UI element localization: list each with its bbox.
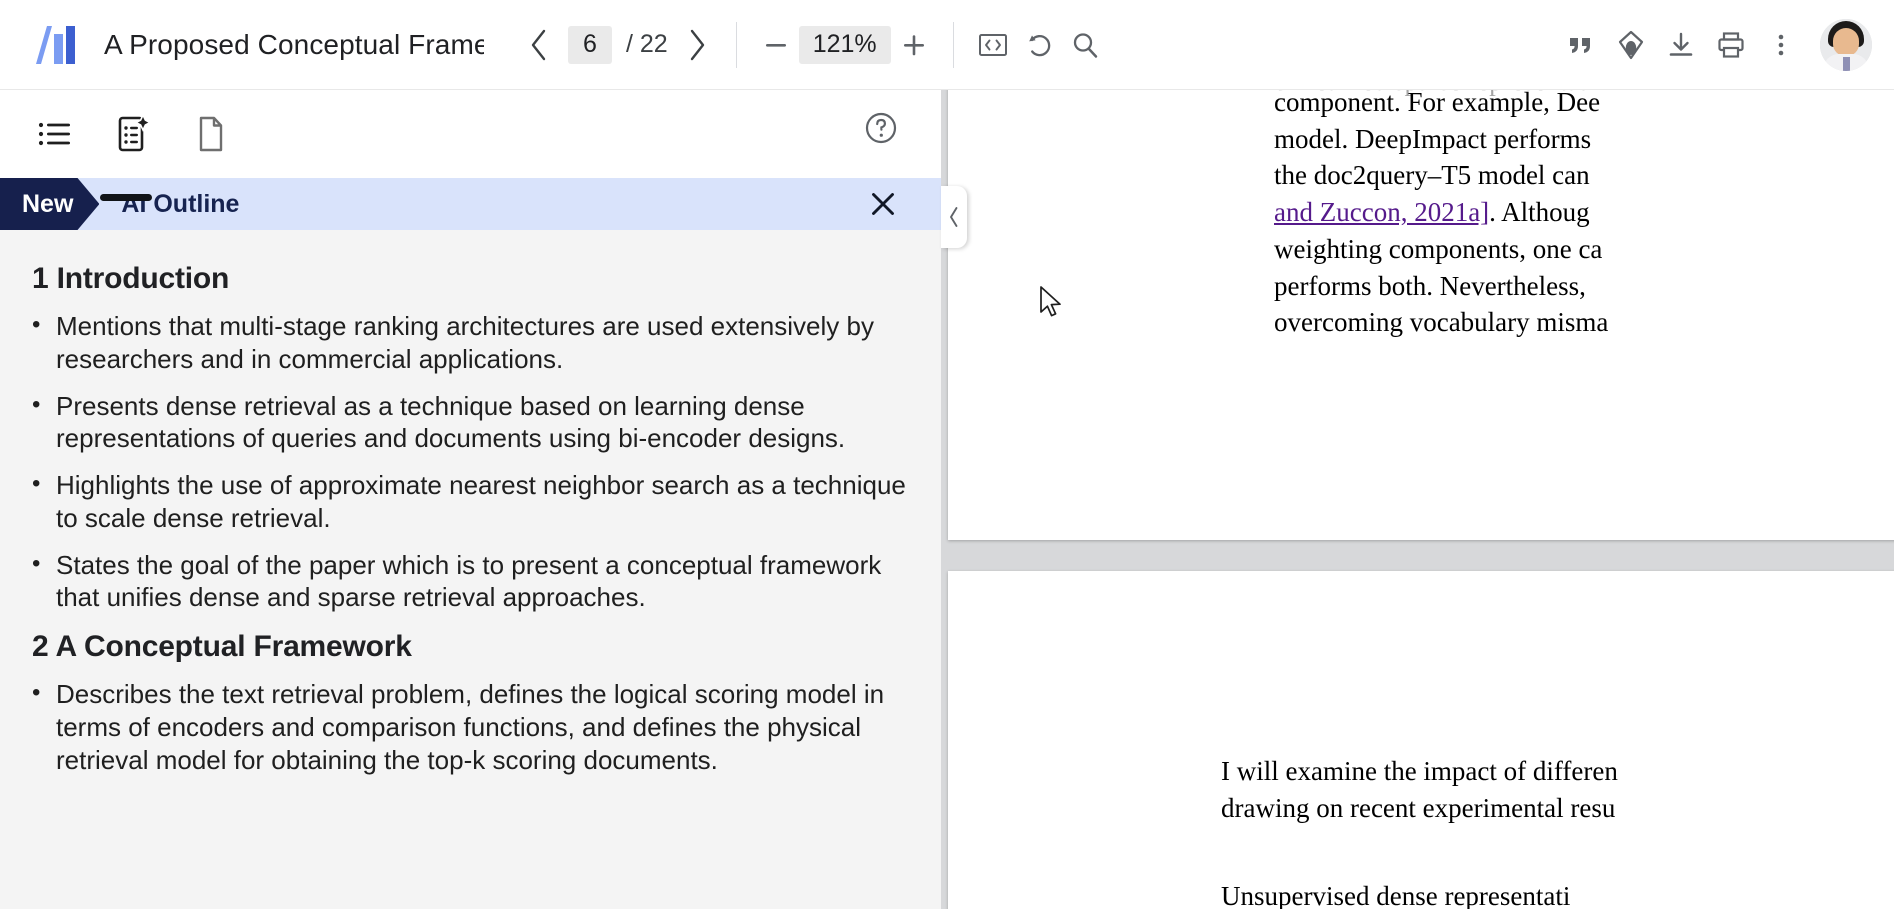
toolbar-divider-2 [952,21,954,68]
fit-to-width-icon[interactable] [970,22,1016,68]
pdf-viewer-app: A Proposed Conceptual Framew… 6 / 22 [0,0,1894,909]
zoom-in-button[interactable] [891,22,937,68]
document-title: A Proposed Conceptual Framew… [104,28,484,60]
outline-item-text: Highlights the use of approximate neares… [56,470,906,533]
bullet-icon: • [32,549,41,577]
zoom-out-button[interactable] [753,22,799,68]
sidebar-item-page-thumbnails[interactable] [182,105,240,163]
pdf-line: I will examine the impact of differen [1221,756,1618,786]
comment-quote-icon[interactable] [1558,22,1604,68]
outline-list-item[interactable]: • States the goal of the paper which is … [32,549,907,615]
outline-section-heading: 2 A Conceptual Framework [32,630,412,663]
collapse-sidebar-handle[interactable] [941,186,967,248]
ai-outline-banner: New AI Outline [0,178,941,230]
drive-pdf-logo-icon [28,18,82,72]
outline-list-item[interactable]: • Describes the text retrieval problem, … [32,678,907,776]
zoom-level-display[interactable]: 121% [798,25,891,64]
citation-link[interactable]: and Zuccon, 2021a] [1274,197,1489,227]
pdf-line: performs both. Nevertheless, [1274,270,1586,301]
active-tab-indicator [100,194,152,201]
pdf-line-with-citation: and Zuccon, 2021a]. Althoug [1274,194,1608,231]
search-icon[interactable] [1062,22,1108,68]
page-navigation: 6 / 22 [516,22,720,68]
pdf-page-next: I will examine the impact of differen dr… [948,571,1894,909]
avatar-tie [1843,56,1850,71]
more-options-kebab-icon[interactable] [1758,22,1804,68]
outline-item-text: States the goal of the paper which is to… [56,549,882,613]
pdf-line: weighting components, one ca [1274,233,1603,264]
left-sidebar: New AI Outline 1 Introduction • Mentions… [0,90,941,909]
pdf-paragraph-bottom: I will examine the impact of differen dr… [1221,753,1618,909]
outline-list-item[interactable]: • Presents dense retrieval as a techniqu… [32,390,907,456]
toolbar-right-actions [1558,18,1880,71]
top-toolbar: A Proposed Conceptual Framew… 6 / 22 [0,0,1894,90]
page-total-label: / 22 [626,30,668,58]
outline-item-text: Describes the text retrieval problem, de… [56,679,885,775]
pdf-paragraph-top: component. For example, Dee model. DeepI… [1274,90,1608,341]
current-page-input[interactable]: 6 [568,25,612,64]
close-icon[interactable] [863,184,903,224]
view-tools [970,22,1108,68]
outline-list-item[interactable]: • Highlights the use of approximate near… [32,469,907,535]
sidebar-tab-strip [0,90,941,178]
outline-section-heading: 1 Introduction [32,262,230,295]
pdf-line: overcoming vocabulary misma [1274,307,1609,338]
ai-outline-content[interactable]: 1 Introduction • Mentions that multi-sta… [0,230,941,909]
pdf-line: model. DeepImpact performs [1274,123,1592,154]
citation-tail: . Althoug [1489,197,1590,228]
next-page-button[interactable] [674,22,720,68]
gemini-sparkle-icon[interactable] [1608,22,1654,68]
pdf-line: component. For example, Dee [1274,90,1601,117]
pdf-page-current: on learned sparse representati component… [948,90,1894,540]
sidebar-item-outline-list[interactable] [26,105,84,163]
bullet-icon: • [32,679,41,706]
pdf-document-pane[interactable]: on learned sparse representati component… [941,90,1894,909]
bullet-icon: • [32,390,41,418]
print-icon[interactable] [1708,22,1754,68]
pdf-line: the doc2query–T5 model can [1274,160,1590,191]
bullet-icon: • [32,470,41,497]
sidebar-item-ai-outline[interactable] [104,105,162,163]
previous-page-button[interactable] [516,22,562,68]
outline-item-text: Mentions that multi-stage ranking archit… [56,311,874,374]
new-badge: New [0,178,100,230]
avatar-face [1833,27,1859,56]
zoom-controls: 121% [753,22,937,68]
rotate-icon[interactable] [1016,22,1062,68]
toolbar-divider-1 [735,21,737,68]
pdf-line: drawing on recent experimental resu [1221,792,1616,823]
outline-item-text: Presents dense retrieval as a technique … [56,390,846,454]
download-icon[interactable] [1658,22,1704,68]
outline-list-item[interactable]: • Mentions that multi-stage ranking arch… [32,310,907,376]
pdf-subheading: Unsupervised dense representati [1221,881,1571,909]
help-icon[interactable] [857,104,905,152]
avatar[interactable] [1820,18,1872,71]
bullet-icon: • [32,311,41,338]
